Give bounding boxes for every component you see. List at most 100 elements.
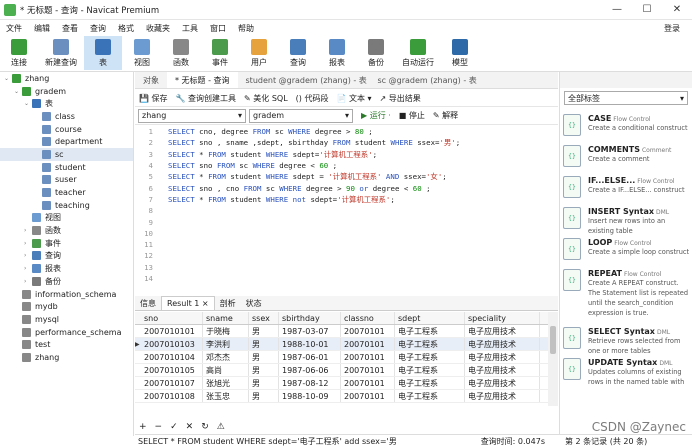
- snippet-item[interactable]: {} IF...ELSE... Flow Control Create a IF...…: [560, 174, 692, 205]
- table-cell[interactable]: 20070101: [341, 351, 395, 363]
- chevron-icon[interactable]: ⌄: [24, 100, 32, 107]
- toolbar-user-button[interactable]: 用户: [240, 36, 278, 70]
- tree-item[interactable]: test: [0, 338, 133, 351]
- stop-button[interactable]: ■ 停止: [399, 110, 425, 121]
- code-snippet-button[interactable]: () 代码段: [292, 93, 333, 104]
- chevron-icon[interactable]: ›: [24, 227, 32, 234]
- tree-item[interactable]: department: [0, 135, 133, 148]
- editor-line[interactable]: 12: [135, 250, 558, 261]
- query-builder-button[interactable]: 🔧 查询创建工具: [172, 93, 241, 104]
- menu-item[interactable]: 工具: [176, 23, 204, 34]
- table-cell[interactable]: 2007010108: [141, 390, 203, 402]
- warning-icon[interactable]: ⚠: [213, 422, 229, 432]
- toolbar-connection-button[interactable]: 连接: [0, 36, 38, 70]
- editor-line[interactable]: 5 SELECT * FROM student WHERE sdept = '计算…: [135, 171, 558, 182]
- tree-item[interactable]: › 查询: [0, 250, 133, 263]
- menu-item[interactable]: 窗口: [204, 23, 232, 34]
- tree-item[interactable]: › 函数: [0, 224, 133, 237]
- column-header[interactable]: sname: [203, 312, 249, 324]
- menu-item[interactable]: 帮助: [232, 23, 260, 34]
- tree-item[interactable]: teaching: [0, 199, 133, 212]
- table-row[interactable]: 2007010107 张旭光男 1987-08-12 20070101 电子工程系 电子应…: [135, 377, 548, 390]
- refresh-button[interactable]: ↻: [197, 422, 213, 432]
- table-cell[interactable]: 20070101: [341, 325, 395, 337]
- column-header[interactable]: sno: [141, 312, 203, 324]
- discard-button[interactable]: ✕: [182, 422, 198, 432]
- table-cell[interactable]: 1988-10-01: [279, 338, 341, 350]
- beautify-sql-button[interactable]: ✎ 美化 SQL: [240, 93, 292, 104]
- table-row[interactable]: 2007010108 张玉忠男 1988-10-09 20070101 电子工程系 电子应…: [135, 390, 548, 403]
- grid-scrollbar[interactable]: [548, 312, 558, 406]
- chevron-icon[interactable]: ›: [24, 252, 32, 259]
- table-cell[interactable]: 2007010105: [141, 364, 203, 376]
- table-cell[interactable]: 张旭光: [203, 377, 249, 389]
- result-tab-3[interactable]: 状态: [241, 296, 267, 310]
- snippet-item[interactable]: {} UPDATE Syntax DML Updates columns of exi…: [560, 356, 692, 396]
- snippet-item[interactable]: {} INSERT Syntax DML Insert new rows into a…: [560, 205, 692, 236]
- table-row[interactable]: 2007010104 邓杰杰男 1987-06-01 20070101 电子工程系 电子应…: [135, 351, 548, 364]
- table-cell[interactable]: 于晓梅: [203, 325, 249, 337]
- table-cell[interactable]: 电子应用技术: [465, 325, 540, 337]
- table-cell[interactable]: 男: [249, 377, 279, 389]
- table-cell[interactable]: 2007010104: [141, 351, 203, 363]
- chevron-icon[interactable]: ⌄: [14, 88, 22, 95]
- tree-item[interactable]: zhang: [0, 351, 133, 364]
- table-cell[interactable]: 1987-03-07: [279, 325, 341, 337]
- snippet-item[interactable]: {} LOOP Flow Control Create a simple loop c…: [560, 236, 692, 267]
- delete-row-button[interactable]: −: [151, 422, 167, 432]
- chevron-icon[interactable]: ›: [24, 265, 32, 272]
- table-cell[interactable]: 男: [249, 364, 279, 376]
- tab-2[interactable]: student @gradem (zhang) - 表: [238, 72, 370, 88]
- table-cell[interactable]: 电子应用技术: [465, 377, 540, 389]
- save-button[interactable]: 💾 保存: [135, 93, 172, 104]
- tab-0[interactable]: 对象: [135, 72, 167, 88]
- table-cell[interactable]: 20070101: [341, 338, 395, 350]
- tree-item[interactable]: sc: [0, 148, 133, 161]
- table-row[interactable]: 2007010101 于晓梅男 1987-03-07 20070101 电子工程系 电子应…: [135, 325, 548, 338]
- column-header[interactable]: sbirthday: [279, 312, 341, 324]
- snippet-tag-filter[interactable]: 全部标签 ▾: [564, 91, 688, 105]
- editor-line[interactable]: 7 SELECT * FROM student WHERE not sdept= '…: [135, 194, 558, 205]
- tab-3[interactable]: sc @gradem (zhang) - 表: [370, 72, 485, 88]
- tab-1[interactable]: * 无标题 - 查询: [167, 72, 238, 88]
- menu-item[interactable]: 查看: [56, 23, 84, 34]
- table-cell[interactable]: 电子工程系: [395, 390, 465, 402]
- text-mode-button[interactable]: 📄 文本 ▾: [332, 93, 375, 104]
- table-cell[interactable]: 高尚: [203, 364, 249, 376]
- table-cell[interactable]: 男: [249, 338, 279, 350]
- editor-line[interactable]: 3 SELECT * FROM student WHERE sdept= '计算机工…: [135, 149, 558, 160]
- table-cell[interactable]: 电子工程系: [395, 338, 465, 350]
- toolbar-model-button[interactable]: 模型: [441, 36, 479, 70]
- apply-button[interactable]: ✓: [166, 422, 182, 432]
- table-cell[interactable]: 男: [249, 351, 279, 363]
- result-tab-0[interactable]: 信息: [135, 296, 161, 310]
- tree-item[interactable]: › 报表: [0, 262, 133, 275]
- toolbar-autorun-button[interactable]: 自动运行: [396, 36, 440, 70]
- table-cell[interactable]: 1987-08-12: [279, 377, 341, 389]
- tree-item[interactable]: information_schema: [0, 288, 133, 301]
- toolbar-new-query-button[interactable]: 新建查询: [39, 36, 83, 70]
- tree-item[interactable]: class: [0, 110, 133, 123]
- database-select[interactable]: gradem ▾: [249, 108, 353, 123]
- tree-item[interactable]: suser: [0, 174, 133, 187]
- maximize-button[interactable]: ☐: [632, 4, 662, 15]
- table-cell[interactable]: 男: [249, 390, 279, 402]
- snippet-item[interactable]: {} SELECT Syntax DML Retrieve rows selected…: [560, 325, 692, 356]
- editor-line[interactable]: 8: [135, 205, 558, 216]
- toolbar-function-button[interactable]: 函数: [162, 36, 200, 70]
- table-cell[interactable]: 电子工程系: [395, 364, 465, 376]
- table-cell[interactable]: 电子应用技术: [465, 390, 540, 402]
- editor-line[interactable]: 11: [135, 239, 558, 250]
- table-row[interactable]: 2007010105 高尚男 1987-06-06 20070101 电子工程系 电子应用…: [135, 364, 548, 377]
- tree-item[interactable]: ⌄ zhang: [0, 72, 133, 85]
- result-tab-2[interactable]: 剖析: [215, 296, 241, 310]
- chevron-icon[interactable]: ⌄: [4, 75, 12, 82]
- tree-item[interactable]: student: [0, 161, 133, 174]
- toolbar-table-button[interactable]: 表: [84, 36, 122, 70]
- tree-item[interactable]: performance_schema: [0, 326, 133, 339]
- explain-button[interactable]: ✎ 解释: [433, 110, 458, 121]
- scroll-thumb[interactable]: [550, 326, 556, 354]
- tree-item[interactable]: teacher: [0, 186, 133, 199]
- login-link[interactable]: 登录: [658, 23, 692, 34]
- table-cell[interactable]: 电子应用技术: [465, 364, 540, 376]
